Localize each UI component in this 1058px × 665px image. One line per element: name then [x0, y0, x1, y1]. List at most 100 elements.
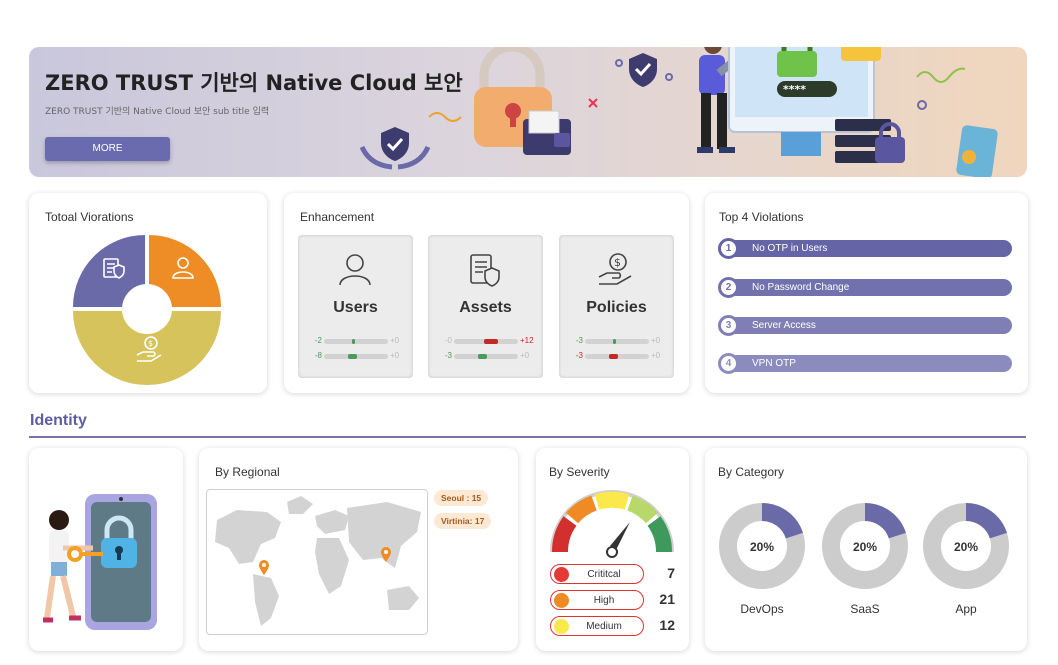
severity-high-row[interactable]: High 21: [550, 590, 675, 610]
document-icon: [841, 47, 881, 61]
network-shield-icon: [615, 53, 673, 87]
enhancement-title: Enhancement: [300, 210, 375, 224]
enhancement-assets-bar-2: -3 +0: [428, 351, 543, 361]
location-badge-virtinia: Virtinia: 17: [434, 513, 492, 529]
total-violations-card: Totoal Viorations $: [29, 193, 267, 393]
by-severity-title: By Severity: [549, 465, 610, 479]
violation-item[interactable]: 2 No Password Change: [718, 277, 1012, 298]
enhancement-card: Enhancement Users -2 +0 -8 +0 Assets -0 …: [284, 193, 689, 393]
enhancement-policies-box[interactable]: $ Policies -3 +0 -3 +0: [559, 235, 674, 378]
severity-pill: Medium: [550, 616, 644, 636]
severity-pill: High: [550, 590, 644, 610]
bar-left-value: -3: [575, 351, 583, 360]
category-percent: 20%: [852, 540, 878, 554]
severity-name: High: [593, 595, 615, 606]
category-percent: 20%: [953, 540, 979, 554]
map-pin-seoul-icon[interactable]: [380, 546, 392, 562]
gauge-needle: [610, 522, 630, 550]
severity-dot: [554, 567, 569, 582]
bar-left-value: -2: [314, 336, 322, 345]
bar-left-value: -8: [314, 351, 322, 360]
by-regional-title: By Regional: [215, 465, 280, 479]
enhancement-policies-name: Policies: [586, 299, 647, 316]
top-violations-title: Top 4 Violations: [719, 210, 804, 224]
enhancement-policies-bar-1: -3 +0: [559, 336, 674, 346]
phone-key-icon: [956, 125, 998, 177]
svg-text:$: $: [148, 339, 153, 348]
violation-item[interactable]: 1 No OTP in Users: [718, 238, 1012, 259]
bar-right-value: +0: [390, 336, 400, 345]
severity-pill: Crititcal: [550, 564, 644, 584]
severity-gauge: [550, 490, 674, 558]
bar-fill: [613, 339, 616, 344]
section-heading-identity: Identity: [30, 412, 87, 429]
violation-item[interactable]: 3 Server Access: [718, 315, 1012, 336]
user-icon: [339, 254, 371, 286]
bar-right-value: +12: [520, 336, 534, 345]
enhancement-users-bar-2: -8 +0: [298, 351, 413, 361]
bar-left-value: -3: [444, 351, 452, 360]
bar-right-value: +0: [390, 351, 400, 360]
document-shield-icon: [470, 254, 500, 287]
bar-right-value: +0: [520, 351, 530, 360]
violation-label: VPN OTP: [752, 358, 796, 369]
violation-rank: 2: [718, 277, 739, 298]
section-divider: [29, 436, 1026, 438]
bar-right-value: +0: [651, 336, 661, 345]
enhancement-policies-bar-2: -3 +0: [559, 351, 674, 361]
enhancement-assets-name: Assets: [459, 299, 512, 316]
world-map[interactable]: [206, 489, 428, 635]
severity-dot: [554, 593, 569, 608]
severity-count: 12: [659, 617, 675, 633]
total-violations-donut: $: [73, 235, 221, 385]
category-label-app: App: [955, 602, 977, 616]
severity-dot: [554, 619, 569, 634]
world-map-shapes: [215, 496, 421, 626]
bar-fill: [609, 354, 618, 359]
violation-item[interactable]: 4 VPN OTP: [718, 353, 1012, 374]
hand-coin-icon: $: [598, 253, 632, 285]
severity-medium-row[interactable]: Medium 12: [550, 616, 675, 636]
by-regional-card: By Regional Seoul : 15 Virtinia: 17: [199, 448, 518, 651]
enhancement-users-box[interactable]: Users -2 +0 -8 +0: [298, 235, 413, 378]
identity-illustration-card: [29, 448, 183, 651]
svg-text:$: $: [614, 256, 621, 269]
violation-rank: 1: [718, 238, 739, 259]
map-pin-virtinia-icon[interactable]: [258, 559, 270, 575]
bar-fill: [352, 339, 355, 344]
severity-name: Crititcal: [587, 569, 621, 580]
banner-illustration: ****: [359, 47, 998, 177]
violation-label: No Password Change: [752, 282, 850, 293]
violation-rank: 4: [718, 353, 739, 374]
bar-right-value: +0: [651, 351, 661, 360]
bar-fill: [348, 354, 357, 359]
category-percent: 20%: [749, 540, 775, 554]
enhancement-assets-bar-1: -0 +12: [428, 336, 543, 346]
violation-rank: 3: [718, 315, 739, 336]
enhancement-assets-box[interactable]: Assets -0 +12 -3 +0: [428, 235, 543, 378]
server-stack-icon: [835, 119, 905, 163]
enhancement-users-bar-1: -2 +0: [298, 336, 413, 346]
hero-banner: ZERO TRUST 기반의 Native Cloud 보안 ZERO TRUS…: [29, 47, 1027, 177]
top-violations-card: Top 4 Violations 1 No OTP in Users 2 No …: [705, 193, 1028, 393]
severity-count: 21: [659, 591, 675, 607]
by-category-card: By Category 20% 20% 20% DevOps SaaS App: [705, 448, 1027, 651]
severity-count: 7: [667, 565, 675, 581]
severity-name: Medium: [586, 621, 622, 632]
person-unlocking-phone-illustration: [43, 494, 157, 630]
category-label-devops: DevOps: [740, 602, 784, 616]
violation-label: No OTP in Users: [752, 243, 828, 254]
severity-critical-row[interactable]: Crititcal 7: [550, 564, 675, 584]
shield-check-icon: [359, 127, 431, 170]
bar-left-value: -0: [444, 336, 452, 345]
bar-left-value: -3: [575, 336, 583, 345]
enhancement-users-name: Users: [333, 299, 378, 316]
folder-lock-icon: [523, 110, 571, 155]
password-mask-text: ****: [783, 83, 806, 96]
by-severity-card: By Severity Crititcal 7 High 21 Medium 1…: [536, 448, 689, 651]
violation-label: Server Access: [752, 320, 816, 331]
location-badge-seoul: Seoul : 15: [434, 490, 489, 506]
bar-fill: [478, 354, 487, 359]
bar-fill: [484, 339, 498, 344]
category-label-saas: SaaS: [850, 602, 880, 616]
